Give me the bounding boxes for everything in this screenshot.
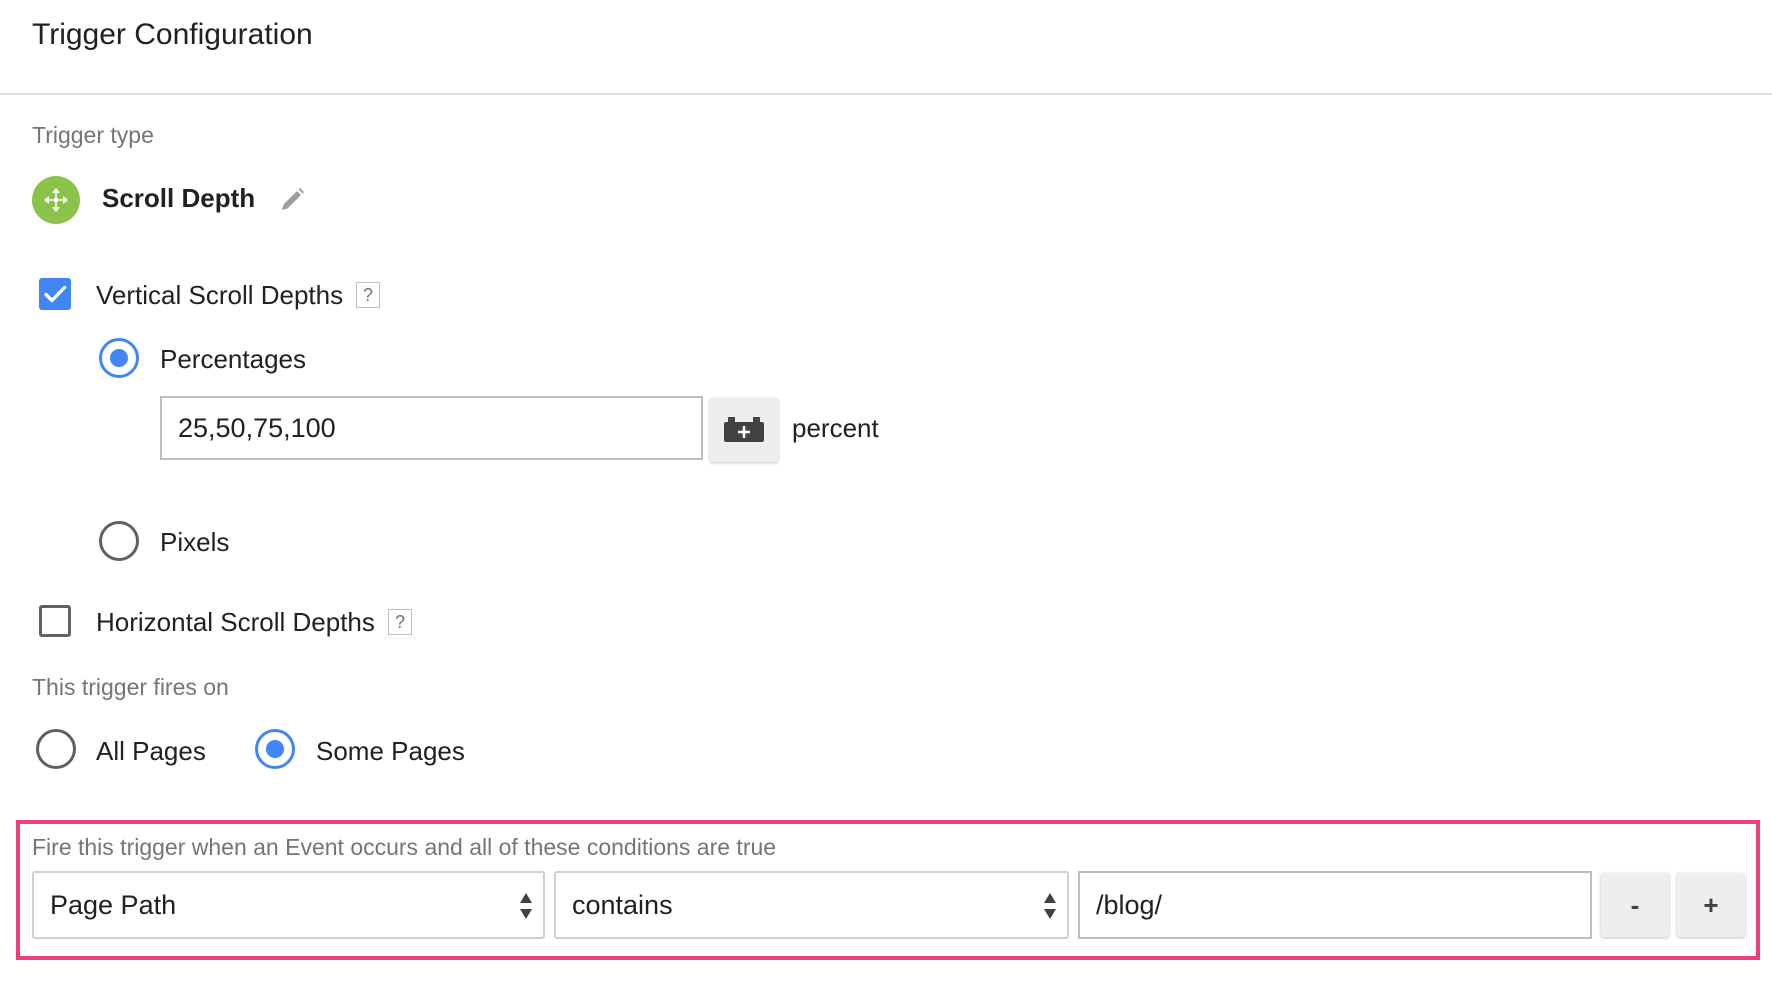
vertical-scroll-checkbox[interactable] <box>39 278 71 310</box>
header-divider <box>0 93 1772 95</box>
vertical-scroll-label: Vertical Scroll Depths <box>96 280 344 310</box>
insert-variable-button[interactable] <box>710 398 778 462</box>
percentages-radio[interactable] <box>99 338 139 378</box>
pixels-label: Pixels <box>160 527 230 557</box>
horizontal-scroll-checkbox[interactable] <box>39 605 71 637</box>
page-title: Trigger Configuration <box>32 18 313 51</box>
select-arrows-icon <box>1044 893 1056 919</box>
variable-select-value: Page Path <box>50 890 177 920</box>
all-pages-label: All Pages <box>96 736 206 766</box>
variable-select[interactable]: Page Path <box>32 871 545 939</box>
pencil-edit-icon[interactable] <box>278 186 306 214</box>
all-pages-radio[interactable] <box>36 729 76 769</box>
fires-on-label: This trigger fires on <box>32 674 229 700</box>
trigger-type-label: Trigger type <box>32 122 154 148</box>
horizontal-scroll-label: Horizontal Scroll Depths <box>96 607 375 637</box>
operator-select[interactable]: contains <box>554 871 1069 939</box>
remove-condition-button[interactable]: - <box>1601 873 1669 937</box>
some-pages-label: Some Pages <box>316 736 465 766</box>
select-arrows-icon <box>520 893 532 919</box>
horizontal-scroll-help-icon[interactable]: ? <box>388 609 412 635</box>
variable-brick-icon <box>724 417 764 442</box>
scroll-arrows-icon <box>32 176 80 224</box>
percent-unit-label: percent <box>792 413 879 443</box>
add-condition-button[interactable]: + <box>1677 873 1745 937</box>
pixels-radio[interactable] <box>99 521 139 561</box>
percentages-label: Percentages <box>160 344 306 374</box>
trigger-type-name: Scroll Depth <box>102 183 256 213</box>
percentages-input[interactable] <box>160 396 703 460</box>
operator-select-value: contains <box>572 890 673 920</box>
condition-value-input[interactable] <box>1078 871 1592 939</box>
vertical-scroll-help-icon[interactable]: ? <box>356 282 380 308</box>
trigger-configuration-page: Trigger Configuration Trigger type Scrol… <box>0 0 1772 986</box>
some-pages-radio[interactable] <box>255 729 295 769</box>
condition-label: Fire this trigger when an Event occurs a… <box>32 834 777 860</box>
